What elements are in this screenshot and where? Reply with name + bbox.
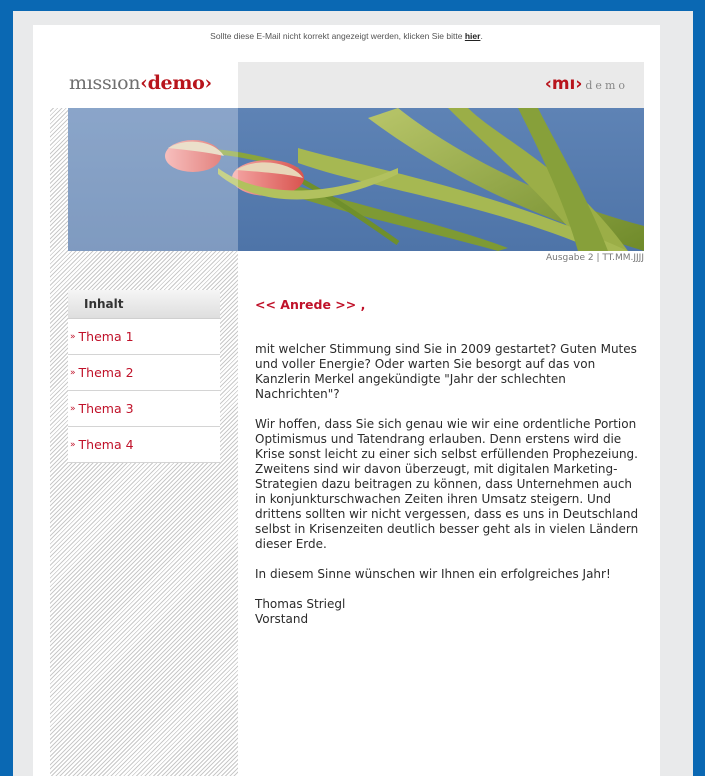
chevron-right-icon: » (70, 368, 76, 378)
preheader-end: . (480, 31, 483, 41)
preheader: Sollte diese E-Mail nicht korrekt angeze… (33, 31, 660, 41)
toc-item-thema-3[interactable]: » Thema 3 (68, 391, 220, 427)
toc-item-label: Thema 2 (78, 365, 134, 380)
chevron-right-icon: » (70, 440, 76, 450)
toc-item-label: Thema 4 (78, 437, 134, 452)
toc-item-label: Thema 3 (78, 401, 134, 416)
tulip-banner-image (68, 108, 644, 251)
banner-overlay (68, 108, 238, 251)
toc-title: Inhalt (84, 297, 124, 311)
signature-name: Thomas Striegl (255, 597, 346, 611)
toc-header: Inhalt (68, 290, 220, 319)
logo-text-demo: demo (147, 72, 205, 94)
logo-text-mission: mıssıon (69, 72, 141, 94)
toc-item-thema-2[interactable]: » Thema 2 (68, 355, 220, 391)
paragraph: mit welcher Stimmung sind Sie in 2009 ge… (255, 342, 637, 401)
toc-nav: Inhalt » Thema 1 » Thema 2 » Thema 3 » Thema… (68, 290, 220, 463)
preheader-text: Sollte diese E-Mail nicht korrekt angeze… (210, 31, 463, 41)
logo-bracket-open: ‹ (140, 72, 148, 94)
toc-item-thema-4[interactable]: » Thema 4 (68, 427, 220, 463)
salutation: << Anrede >> , (255, 297, 366, 312)
logo-box: mıssıon‹demo› (50, 62, 238, 108)
chevron-right-icon: » (70, 404, 76, 414)
header-bar: mıssıon‹demo› ‹mı› demo (50, 62, 644, 108)
signature-title: Vorstand (255, 612, 309, 626)
brand-mark-demo: demo (585, 79, 628, 92)
edition-date: Ausgabe 2 | TT.MM.JJJJ (545, 253, 644, 263)
mi-logo-icon: ‹mı› (544, 74, 583, 94)
signature: Thomas Striegl Vorstand (255, 597, 645, 627)
chevron-right-icon: » (70, 332, 76, 342)
preheader-link[interactable]: hier (465, 31, 481, 41)
brand-mark: ‹mı› demo (545, 74, 628, 94)
toc-item-label: Thema 1 (78, 329, 134, 344)
letter-body: << Anrede >> , mit welcher Stimmung sind… (255, 297, 645, 642)
toc-item-thema-1[interactable]: » Thema 1 (68, 319, 220, 355)
paragraph: In diesem Sinne wünschen wir Ihnen ein e… (255, 567, 611, 581)
paragraph: Wir hoffen, dass Sie sich genau wie wir … (255, 417, 639, 551)
newsletter: Sollte diese E-Mail nicht korrekt angeze… (33, 25, 660, 776)
mission-demo-logo[interactable]: mıssıon‹demo› (69, 72, 212, 94)
logo-bracket-close: › (204, 72, 213, 94)
